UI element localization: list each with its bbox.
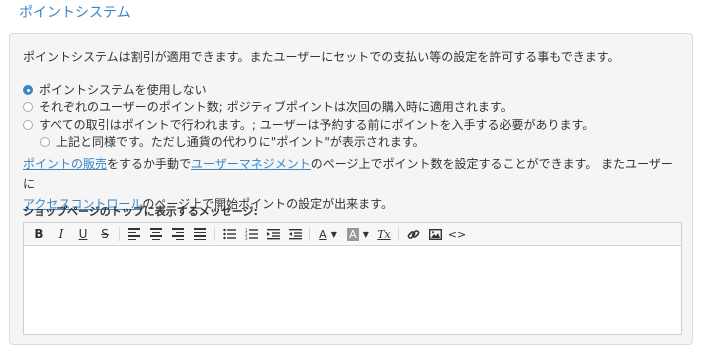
toolbar-divider <box>309 227 310 241</box>
clear-format-icon[interactable]: Tx <box>373 224 395 244</box>
option-label: すべての取引はポイントで行われます。; ユーザーは予約する前にポイントを入手する… <box>39 118 595 132</box>
section-title: ポイントシステム <box>19 5 131 21</box>
italic-button[interactable]: I <box>50 224 72 244</box>
option-points-display[interactable]: 上記と同様です。ただし通貨の代わりに"ポイント"が表示されます。 <box>40 134 425 150</box>
align-justify-icon[interactable] <box>189 224 211 244</box>
radio-button[interactable] <box>23 102 33 112</box>
align-left-icon[interactable] <box>123 224 145 244</box>
align-center-icon[interactable] <box>145 224 167 244</box>
message-label: ショップページのトップに表示するメッセージ: <box>23 205 258 218</box>
numbered-list-icon[interactable]: 123 <box>240 224 262 244</box>
background-color-button[interactable]: A ▼ <box>343 224 373 244</box>
description-text: ポイントシステムは割引が適用できます。またユーザーにセットでの支払い等の設定を許… <box>23 50 620 64</box>
user-management-link[interactable]: ユーザーマネジメント <box>191 157 311 171</box>
editor-toolbar: B I U S 123 A ▼ A ▼ Tx <> <box>24 223 681 246</box>
chevron-down-icon: ▼ <box>330 229 337 239</box>
radio-button-checked[interactable] <box>23 85 33 95</box>
option-points-only[interactable]: すべての取引はポイントで行われます。; ユーザーは予約する前にポイントを入手する… <box>23 117 594 133</box>
background-color-icon: A <box>347 227 359 241</box>
align-right-icon[interactable] <box>167 224 189 244</box>
option-user-points[interactable]: それぞれのユーザーのポイント数; ポジティブポイントは次回の購入時に適用されます… <box>23 99 513 115</box>
underline-button[interactable]: U <box>72 224 94 244</box>
image-icon[interactable] <box>424 224 446 244</box>
font-color-icon: A <box>319 227 327 241</box>
radio-button[interactable] <box>40 137 50 147</box>
option-label: ポイントシステムを使用しない <box>39 83 207 97</box>
bold-button[interactable]: B <box>28 224 50 244</box>
option-label: 上記と同様です。ただし通貨の代わりに"ポイント"が表示されます。 <box>56 135 425 149</box>
outdent-icon[interactable] <box>284 224 306 244</box>
option-disable-points[interactable]: ポイントシステムを使用しない <box>23 82 207 98</box>
chevron-down-icon: ▼ <box>362 229 369 239</box>
info-text: をするか手動で <box>107 157 192 171</box>
toolbar-divider <box>119 227 120 241</box>
message-editor-area[interactable] <box>24 246 681 336</box>
bullet-list-icon[interactable] <box>218 224 240 244</box>
code-view-icon[interactable]: <> <box>446 224 468 244</box>
link-icon[interactable] <box>402 224 424 244</box>
settings-panel: ポイントシステムは割引が適用できます。またユーザーにセットでの支払い等の設定を許… <box>9 33 693 345</box>
toolbar-divider <box>398 227 399 241</box>
strikethrough-button[interactable]: S <box>94 224 116 244</box>
indent-icon[interactable] <box>262 224 284 244</box>
point-sales-link[interactable]: ポイントの販売 <box>23 157 107 171</box>
radio-button[interactable] <box>23 120 33 130</box>
rich-text-editor: B I U S 123 A ▼ A ▼ Tx <> <box>23 222 682 335</box>
font-color-button[interactable]: A ▼ <box>313 224 343 244</box>
svg-text:3: 3 <box>245 236 248 240</box>
option-label: それぞれのユーザーのポイント数; ポジティブポイントは次回の購入時に適用されます… <box>39 100 513 114</box>
toolbar-divider <box>214 227 215 241</box>
